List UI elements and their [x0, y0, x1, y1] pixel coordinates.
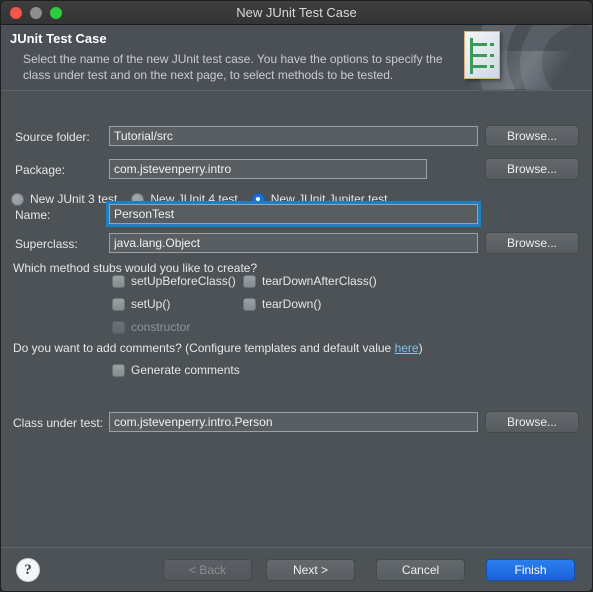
name-input[interactable] — [109, 204, 478, 224]
junit-icon-dot-3 — [490, 65, 494, 68]
close-window-button[interactable] — [10, 6, 22, 19]
checkbox-generate-comments-indicator[interactable] — [112, 363, 125, 377]
class-under-test-label: Class under test: — [13, 416, 104, 430]
comments-prompt-suffix: ) — [418, 341, 423, 355]
checkbox-constructor-label: constructor — [131, 320, 191, 334]
cancel-button[interactable]: Cancel — [376, 559, 465, 581]
class-under-test-browse-button[interactable]: Browse... — [485, 411, 579, 433]
method-stubs-prompt: Which method stubs would you like to cre… — [13, 261, 258, 275]
checkbox-teardownafterclass-label: tearDownAfterClass() — [262, 274, 377, 288]
checkbox-setupbeforeclass-indicator[interactable] — [112, 274, 125, 288]
checkbox-generate-comments-label: Generate comments — [131, 363, 240, 377]
junit-document-icon — [464, 31, 500, 79]
source-folder-input[interactable] — [109, 126, 478, 146]
checkbox-teardown-label: tearDown() — [262, 297, 322, 311]
dialog-header: JUnit Test Case Select the name of the n… — [1, 25, 592, 91]
checkbox-teardownafterclass[interactable]: tearDownAfterClass() — [243, 274, 377, 288]
window-controls — [1, 6, 62, 19]
finish-button[interactable]: Finish — [486, 559, 575, 581]
checkbox-teardown-indicator[interactable] — [243, 297, 256, 311]
class-under-test-input[interactable] — [109, 412, 478, 432]
page-description: Select the name of the new JUnit test ca… — [23, 52, 443, 82]
configure-templates-link[interactable]: here — [395, 341, 419, 355]
minimize-window-button[interactable] — [30, 6, 42, 19]
junit-icon-row-1 — [470, 43, 487, 46]
superclass-browse-button[interactable]: Browse... — [485, 232, 579, 254]
title-bar: New JUnit Test Case — [1, 1, 592, 25]
junit-icon-row-3 — [470, 65, 487, 68]
junit-icon-row-2 — [470, 54, 487, 57]
checkbox-setupbeforeclass[interactable]: setUpBeforeClass() — [112, 274, 236, 288]
package-browse-button[interactable]: Browse... — [485, 158, 579, 180]
source-folder-label: Source folder: — [15, 130, 90, 144]
checkbox-constructor-indicator — [112, 320, 125, 334]
package-label: Package: — [15, 163, 66, 177]
junit-icon-dot-2 — [490, 54, 494, 57]
dialog-footer: ? < Back Next > Cancel Finish — [1, 547, 592, 591]
checkbox-setupbeforeclass-label: setUpBeforeClass() — [131, 274, 236, 288]
checkbox-setup[interactable]: setUp() — [112, 297, 170, 311]
comments-prompt: Do you want to add comments? (Configure … — [13, 341, 423, 355]
back-button[interactable]: < Back — [163, 559, 252, 581]
source-folder-browse-button[interactable]: Browse... — [485, 125, 579, 147]
comments-prompt-prefix: Do you want to add comments? (Configure … — [13, 341, 395, 355]
help-icon[interactable]: ? — [16, 558, 40, 582]
next-button[interactable]: Next > — [266, 559, 355, 581]
banner-artwork — [442, 25, 592, 90]
checkbox-generate-comments[interactable]: Generate comments — [112, 363, 240, 377]
junit-icon-dot-1 — [490, 43, 494, 46]
name-label: Name: — [15, 208, 51, 222]
radio-junit3[interactable]: New JUnit 3 test — [11, 192, 117, 206]
new-junit-test-case-dialog: New JUnit Test Case JUnit Test Case Sele… — [0, 0, 593, 592]
checkbox-teardown[interactable]: tearDown() — [243, 297, 321, 311]
window-title: New JUnit Test Case — [236, 5, 357, 20]
radio-junit3-indicator[interactable] — [11, 192, 24, 206]
superclass-input[interactable] — [109, 233, 478, 253]
dialog-body: New JUnit 3 test New JUnit 4 test New JU… — [1, 91, 592, 547]
page-title: JUnit Test Case — [10, 31, 107, 46]
checkbox-setup-indicator[interactable] — [112, 297, 125, 311]
package-input[interactable] — [109, 159, 427, 179]
superclass-label: Superclass: — [15, 237, 78, 251]
checkbox-constructor: constructor — [112, 320, 190, 334]
radio-junit3-label: New JUnit 3 test — [30, 192, 118, 206]
maximize-window-button[interactable] — [50, 6, 62, 19]
checkbox-setup-label: setUp() — [131, 297, 171, 311]
checkbox-teardownafterclass-indicator[interactable] — [243, 274, 256, 288]
